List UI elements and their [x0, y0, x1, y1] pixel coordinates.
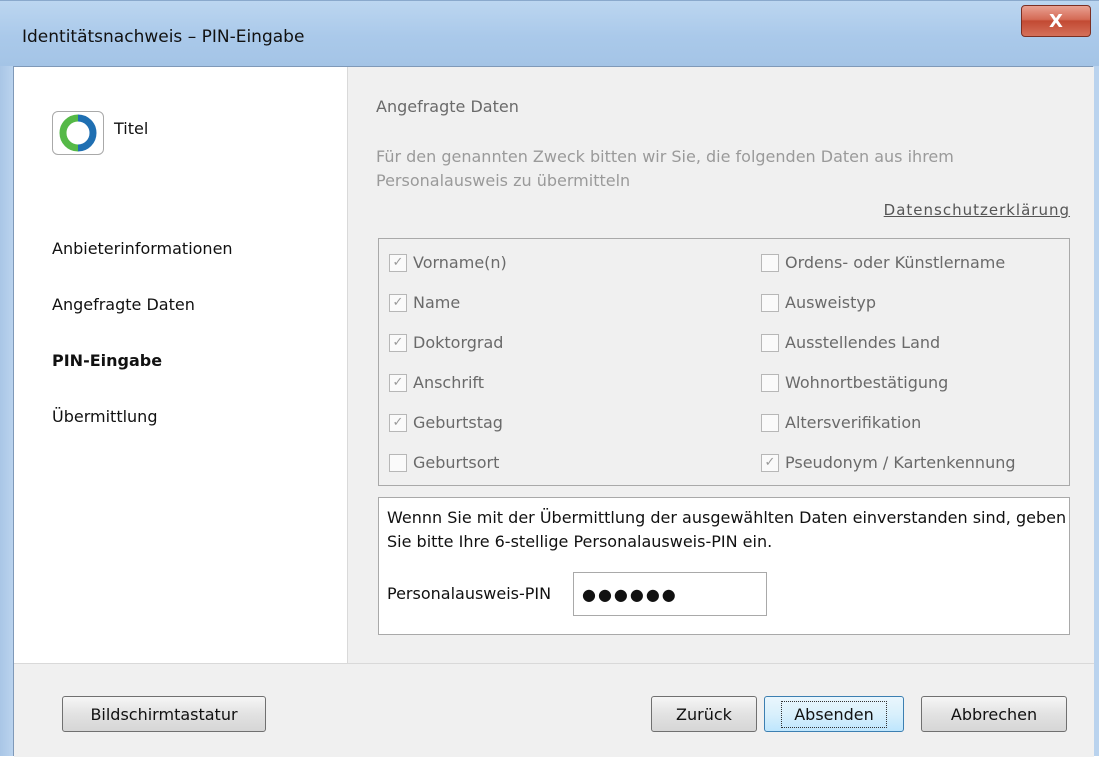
field-wohnortbestaetigung[interactable]: Wohnortbestätigung — [761, 373, 948, 392]
dialog-client-area: Titel Anbieterinformationen Angefragte D… — [13, 66, 1094, 757]
provider-title: Titel — [114, 119, 149, 138]
checkbox-unchecked-icon[interactable] — [761, 333, 779, 352]
field-ordensname[interactable]: Ordens- oder Künstlername — [761, 253, 1005, 272]
field-ausstellendes-land[interactable]: Ausstellendes Land — [761, 333, 940, 352]
checkbox-checked-icon[interactable]: ✓ — [389, 293, 407, 312]
close-button[interactable]: X — [1021, 5, 1091, 37]
field-label: Wohnortbestätigung — [785, 373, 949, 392]
field-label: Ordens- oder Künstlername — [785, 253, 1006, 272]
field-anschrift[interactable]: ✓ Anschrift — [389, 373, 484, 392]
sidebar: Titel Anbieterinformationen Angefragte D… — [14, 67, 348, 663]
window-title: Identitätsnachweis – PIN-Eingabe — [22, 27, 305, 47]
field-label: Ausweistyp — [785, 293, 877, 312]
checkbox-unchecked-icon[interactable] — [761, 373, 779, 392]
checkbox-unchecked-icon[interactable] — [761, 253, 779, 272]
button-bar: Bildschirmtastatur Zurück Absenden Abbre… — [14, 663, 1094, 757]
field-vorname[interactable]: ✓ Vorname(n) — [389, 253, 507, 272]
sidebar-item-pin-eingabe[interactable]: PIN-Eingabe — [52, 351, 162, 370]
submit-button[interactable]: Absenden — [764, 696, 904, 732]
field-label: Doktorgrad — [413, 333, 504, 352]
checkbox-checked-icon[interactable]: ✓ — [389, 413, 407, 432]
field-geburtstag[interactable]: ✓ Geburtstag — [389, 413, 503, 432]
field-pseudonym[interactable]: ✓ Pseudonym / Kartenkennung — [761, 453, 1016, 472]
field-label: Ausstellendes Land — [785, 333, 941, 352]
field-label: Pseudonym / Kartenkennung — [785, 453, 1016, 472]
pin-input[interactable]: ●●●●●● — [573, 572, 767, 616]
field-name[interactable]: ✓ Name — [389, 293, 460, 312]
field-label: Vorname(n) — [413, 253, 507, 272]
checkbox-checked-icon[interactable]: ✓ — [389, 373, 407, 392]
sidebar-item-anbieterinformationen[interactable]: Anbieterinformationen — [52, 239, 233, 258]
title-bar: Identitätsnachweis – PIN-Eingabe X — [0, 0, 1099, 66]
field-doktorgrad[interactable]: ✓ Doktorgrad — [389, 333, 503, 352]
field-label: Anschrift — [413, 373, 485, 392]
sidebar-item-uebermittlung[interactable]: Übermittlung — [52, 407, 157, 426]
requested-data-box: ✓ Vorname(n) ✓ Name ✓ Doktorgrad ✓ Ansch… — [378, 238, 1070, 486]
on-screen-keyboard-button[interactable]: Bildschirmtastatur — [62, 696, 266, 732]
section-heading: Angefragte Daten — [376, 97, 519, 116]
field-label: Geburtsort — [413, 453, 500, 472]
field-label: Altersverifikation — [785, 413, 922, 432]
close-icon: X — [1049, 10, 1063, 32]
checkbox-unchecked-icon[interactable] — [761, 293, 779, 312]
cancel-button[interactable]: Abbrechen — [921, 696, 1067, 732]
field-altersverifikation[interactable]: Altersverifikation — [761, 413, 921, 432]
dialog-window: Identitätsnachweis – PIN-Eingabe X Titel… — [0, 0, 1099, 757]
checkbox-checked-icon[interactable]: ✓ — [389, 253, 407, 272]
checkbox-unchecked-icon[interactable] — [389, 453, 407, 472]
sidebar-item-angefragte-daten[interactable]: Angefragte Daten — [52, 295, 195, 314]
pin-label: Personalausweis-PIN — [387, 584, 552, 603]
back-button[interactable]: Zurück — [651, 696, 757, 732]
section-description: Für den genannten Zweck bitten wir Sie, … — [376, 147, 954, 190]
submit-button-label: Absenden — [781, 700, 887, 728]
checkbox-checked-icon[interactable]: ✓ — [761, 453, 779, 472]
provider-logo-icon — [52, 111, 104, 155]
field-label: Name — [413, 293, 461, 312]
pin-entry-box: Wennn Sie mit der Übermittlung der ausge… — [378, 497, 1070, 635]
checkbox-checked-icon[interactable]: ✓ — [389, 333, 407, 352]
pin-instruction: Wennn Sie mit der Übermittlung der ausge… — [387, 508, 1067, 551]
window-frame-left — [0, 66, 13, 756]
field-ausweistyp[interactable]: Ausweistyp — [761, 293, 876, 312]
privacy-policy-link[interactable]: Datenschutzerklärung — [884, 201, 1070, 219]
field-label: Geburtstag — [413, 413, 503, 432]
field-geburtsort[interactable]: Geburtsort — [389, 453, 499, 472]
main-panel: Angefragte Daten Für den genannten Zweck… — [348, 67, 1094, 663]
checkbox-unchecked-icon[interactable] — [761, 413, 779, 432]
